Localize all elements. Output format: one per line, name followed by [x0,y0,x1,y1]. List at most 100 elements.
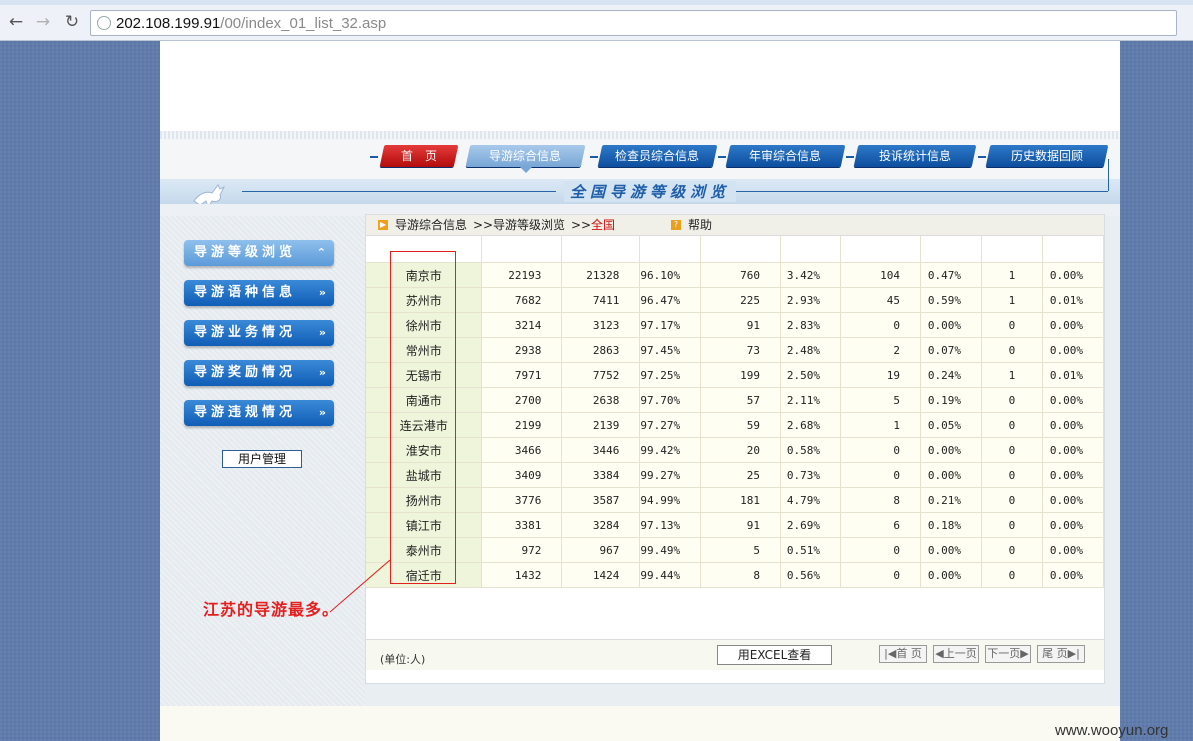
user-management-button[interactable]: 用户管理 [222,450,302,468]
value-cell: 1 [981,362,1043,388]
value-cell: 91 [700,512,782,538]
tab-inspector-info[interactable]: 检查员综合信息 [597,145,718,167]
value-cell: 97.13% [639,512,702,538]
value-cell: 0 [840,437,921,463]
value-cell: 0.00% [1042,412,1105,438]
value-cell: 2.11% [780,387,842,413]
header-cell [561,236,641,263]
nav-divider [590,156,598,158]
table-row: 无锡市 7971 7752 97.25% 199 2.50% 19 0.24% 1 0.01% [366,362,1105,388]
arrow-right-icon: ▶ [378,220,388,230]
value-cell: 3446 [561,437,641,463]
value-cell: 0.18% [920,512,982,538]
value-cell: 1 [840,412,921,438]
value-cell: 2.50% [780,362,842,388]
tab-complaint-stats[interactable]: 投诉统计信息 [853,145,977,167]
double-chevron-right-icon: » [318,406,326,419]
page-globe-icon [97,16,111,30]
value-cell: 2700 [481,387,563,413]
value-cell: 0 [840,537,921,563]
value-cell: 8 [700,562,782,588]
value-cell: 21328 [561,262,641,288]
prev-page-button[interactable]: ◀上一页 [933,645,979,663]
double-chevron-right-icon: » [318,286,326,299]
forward-arrow-icon[interactable]: → [33,12,53,32]
header-cell [366,236,483,263]
value-cell: 2.69% [780,512,842,538]
breadcrumb-guide-level[interactable]: 导游等级浏览 [493,215,565,235]
tab-inspector-info-label: 检查员综合信息 [615,149,700,163]
sidebar-item-guide-business[interactable]: 导游业务情况 » [184,320,334,346]
value-cell: 6 [840,512,921,538]
sidebar-item-guide-reward[interactable]: 导游奖励情况 » [184,360,334,386]
value-cell: 3776 [481,487,563,513]
tab-annual-review[interactable]: 年审综合信息 [725,145,846,167]
value-cell: 2.83% [780,312,842,338]
value-cell: 1432 [481,562,563,588]
last-page-icon: ▶| [1067,647,1080,660]
value-cell: 99.44% [639,562,702,588]
value-cell: 3384 [561,462,641,488]
tab-annual-review-label: 年审综合信息 [749,149,822,163]
value-cell: 2.93% [780,287,842,313]
value-cell: 3214 [481,312,563,338]
city-cell: 徐州市 [366,312,483,338]
double-chevron-right-icon: » [318,326,326,339]
page: 首 页 导游综合信息 检查员综合信息 年审综合信息 投诉统计信息 历史数据回顾 … [160,41,1120,741]
banner-area [160,41,1120,131]
table-row: 徐州市 3214 3123 97.17% 91 2.83% 0 0.00% 0 0.00% [366,312,1105,338]
first-page-label: 首 页 [896,647,922,660]
value-cell: 20 [700,437,782,463]
annotation-note: 江苏的导游最多。 [203,600,340,619]
value-cell: 104 [840,262,921,288]
next-page-button[interactable]: 下一页▶ [985,645,1031,663]
table-header-row [366,236,1105,263]
city-cell: 扬州市 [366,487,483,513]
value-cell: 0.24% [920,362,982,388]
value-cell: 0 [981,487,1043,513]
address-bar[interactable]: 202.108.199.91/00/index_01_list_32.asp [90,10,1177,36]
value-cell: 2638 [561,387,641,413]
breadcrumb-guide-info[interactable]: 导游综合信息 [395,215,467,235]
value-cell: 45 [840,287,921,313]
breadcrumb-sep: >> [571,218,592,232]
table-row: 南通市 2700 2638 97.70% 57 2.11% 5 0.19% 0 0.00% [366,387,1105,413]
content-panel: ▶ 导游综合信息 >> 导游等级浏览 >> 全国 ? 帮助 南京市 22193 21… [365,214,1105,684]
tab-guide-info[interactable]: 导游综合信息 [465,145,586,167]
value-cell: 94.99% [639,487,702,513]
reload-icon[interactable]: ↻ [62,12,82,32]
table-row: 南京市 22193 21328 96.10% 760 3.42% 104 0.47% 1 0.00… [366,262,1105,288]
value-cell: 5 [840,387,921,413]
tab-complaint-stats-label: 投诉统计信息 [878,149,951,163]
sidebar-item-guide-language[interactable]: 导游语种信息 » [184,280,334,306]
tab-history[interactable]: 历史数据回顾 [985,145,1109,167]
value-cell: 22193 [481,262,563,288]
help-link[interactable]: 帮助 [688,215,712,235]
value-cell: 1 [981,287,1043,313]
export-excel-button[interactable]: 用EXCEL查看 [717,645,832,665]
value-cell: 0 [840,562,921,588]
tab-guide-info-label: 导游综合信息 [489,149,562,163]
value-cell: 0.01% [1042,362,1105,388]
sidebar-item-label: 导游业务情况 [194,325,297,340]
last-page-button[interactable]: 尾 页▶| [1037,645,1085,663]
value-cell: 0.00% [920,562,982,588]
header-cell [1042,236,1105,263]
value-cell: 7411 [561,287,641,313]
help-icon[interactable]: ? [671,220,681,230]
next-page-icon: ▶ [1020,647,1029,660]
value-cell: 0.00% [920,537,982,563]
table-row: 泰州市 972 967 99.49% 5 0.51% 0 0.00% 0 0.00% [366,537,1105,563]
first-page-button[interactable]: |◀首 页 [879,645,927,663]
sidebar-item-guide-level[interactable]: 导游等级浏览 ⌃ [184,240,334,266]
value-cell: 181 [700,487,782,513]
sidebar-item-guide-violation[interactable]: 导游违规情况 » [184,400,334,426]
table-footer: (单位:人) 用EXCEL查看 |◀首 页 ◀上一页 下一页▶ 尾 页▶| [366,639,1104,670]
unit-label: (单位:人) [380,653,426,666]
value-cell: 0.51% [780,537,842,563]
tab-home[interactable]: 首 页 [379,145,459,167]
table-row: 连云港市 2199 2139 97.27% 59 2.68% 1 0.05% 0 0.00% [366,412,1105,438]
value-cell: 1424 [561,562,641,588]
back-arrow-icon[interactable]: ← [6,12,26,32]
decor-stripe [160,131,1120,139]
